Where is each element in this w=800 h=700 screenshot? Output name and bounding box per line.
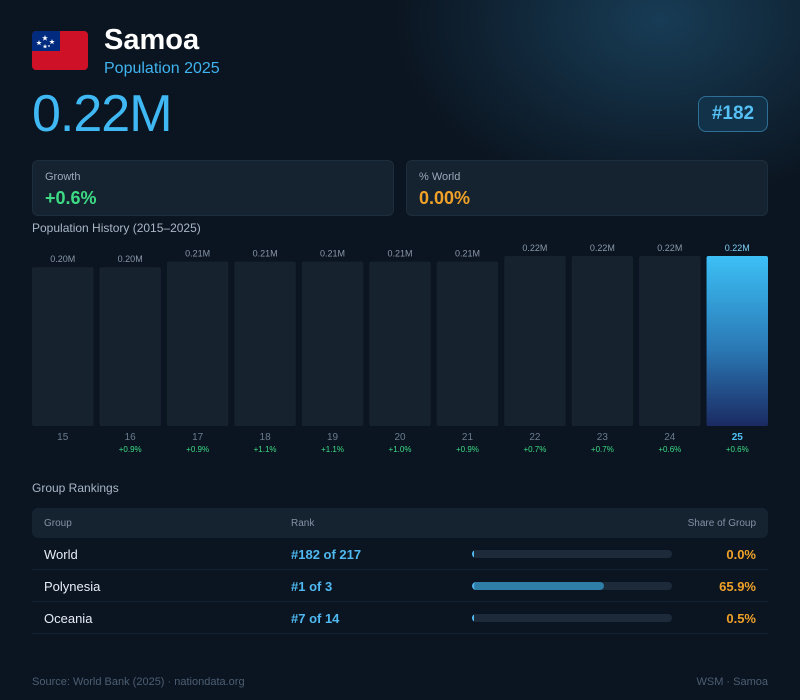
x-tick-label: 17: [192, 432, 204, 443]
row-group: World: [44, 547, 78, 562]
chart-title: Population History (2015–2025): [32, 221, 201, 235]
bar-value-label: 0.21M: [455, 249, 480, 259]
x-tick-label: 20: [394, 432, 406, 443]
table-row: World #182 of 217 0.0%: [32, 538, 768, 570]
bar: [504, 256, 566, 426]
x-tick-label: 25: [732, 432, 744, 443]
world-share-card: % World 0.00%: [406, 160, 768, 216]
bar: [32, 267, 94, 426]
bar: [369, 261, 431, 426]
x-tick-label: 23: [597, 432, 609, 443]
growth-label: +0.6%: [658, 445, 681, 454]
row-rank: #182 of 217: [291, 547, 362, 562]
growth-label: +0.6%: [726, 445, 749, 454]
rankings-table: Group Rank Share of Group World #182 of …: [32, 508, 768, 634]
header-share: Share of Group: [687, 518, 756, 529]
table-header: Group Rank Share of Group: [32, 508, 768, 538]
share-bar: [472, 550, 672, 558]
growth-label: +0.9%: [456, 445, 479, 454]
bar-value-label: 0.20M: [50, 254, 75, 264]
bar-value-label: 0.21M: [320, 249, 345, 259]
table-row: Oceania #7 of 14 0.5%: [32, 602, 768, 634]
x-tick-label: 18: [260, 432, 272, 443]
row-share: 0.0%: [726, 547, 756, 562]
bar: [706, 256, 768, 426]
bar-value-label: 0.22M: [657, 243, 682, 253]
rank-badge: #182: [698, 96, 768, 132]
x-tick-label: 21: [462, 432, 474, 443]
growth-label: Growth: [45, 171, 81, 183]
bar: [166, 261, 229, 426]
bar-value-label: 0.21M: [387, 249, 412, 259]
x-tick-label: 19: [327, 432, 339, 443]
growth-label: +1.1%: [321, 445, 344, 454]
population-history-chart: 0.20M 15 0.20M 16 +0.9% 0.21M 17 +0.9% 0.21M 18 +1…: [32, 243, 768, 454]
bar: [301, 261, 364, 426]
growth-label: +0.9%: [186, 445, 209, 454]
row-rank: #1 of 3: [291, 579, 333, 594]
growth-label: +0.9%: [119, 445, 142, 454]
table-row: Polynesia #1 of 3 65.9%: [32, 570, 768, 602]
bar-value-label: 0.22M: [725, 243, 750, 253]
row-share: 0.5%: [726, 611, 756, 626]
growth-label: +1.1%: [254, 445, 277, 454]
row-group: Oceania: [44, 611, 93, 626]
share-bar: [472, 582, 672, 590]
share-bar-fill: [472, 614, 474, 622]
bar: [436, 261, 499, 426]
x-tick-label: 24: [664, 432, 676, 443]
bar-value-label: 0.20M: [118, 254, 143, 264]
growth-label: +0.7%: [523, 445, 546, 454]
growth-label: +0.7%: [591, 445, 614, 454]
rankings-title: Group Rankings: [32, 481, 119, 495]
bar: [639, 256, 701, 426]
bar-value-label: 0.21M: [253, 249, 278, 259]
share-bar-fill: [472, 582, 604, 590]
growth-value: +0.6%: [45, 188, 97, 208]
bar-value-label: 0.22M: [522, 243, 547, 253]
samoa-flag-icon: [32, 31, 88, 70]
x-tick-label: 22: [529, 432, 541, 443]
bar: [234, 261, 296, 426]
page-subtitle: Population 2025: [104, 60, 220, 77]
growth-label: +1.0%: [389, 445, 412, 454]
bar: [571, 256, 634, 426]
bar: [99, 267, 161, 426]
x-tick-label: 15: [57, 432, 69, 443]
bar-value-label: 0.22M: [590, 243, 615, 253]
bar-value-label: 0.21M: [185, 249, 210, 259]
row-group: Polynesia: [44, 579, 101, 594]
country-title: Samoa: [104, 24, 200, 56]
row-share: 65.9%: [719, 579, 756, 594]
footer-country-code: WSM · Samoa: [696, 676, 768, 688]
row-rank: #7 of 14: [291, 611, 340, 626]
share-bar-fill: [472, 550, 474, 558]
growth-card: Growth +0.6%: [32, 160, 394, 216]
source-note: Source: World Bank (2025) · nationdata.o…: [32, 676, 245, 688]
world-share-value: 0.00%: [419, 188, 471, 208]
header-group: Group: [44, 518, 72, 529]
x-tick-label: 16: [125, 432, 137, 443]
population-value: 0.22M: [32, 85, 173, 143]
header-rank: Rank: [291, 518, 315, 529]
world-share-label: % World: [419, 171, 461, 183]
share-bar: [472, 614, 672, 622]
